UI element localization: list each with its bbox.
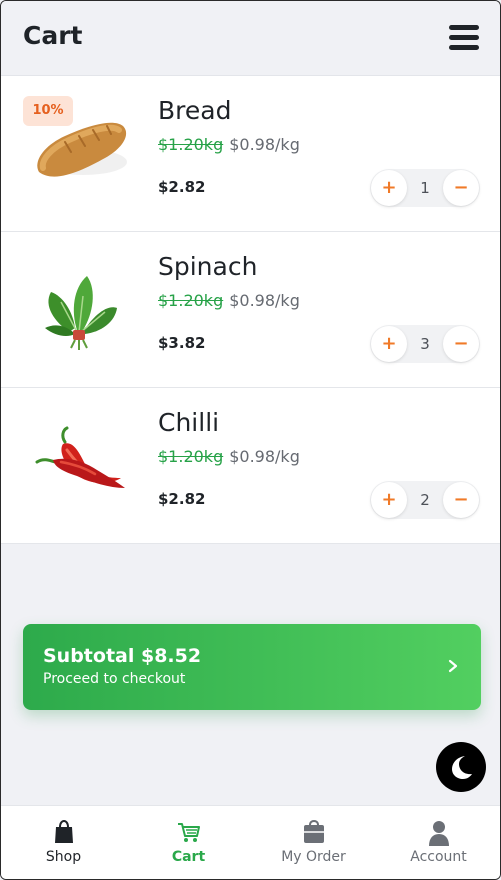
quantity-stepper: + 1 − — [370, 169, 480, 207]
increase-quantity-button[interactable]: + — [371, 170, 407, 206]
app-frame: Cart 10% Bread $1.20kg $0.98/kg $2.82 + … — [0, 0, 501, 880]
increase-quantity-button[interactable]: + — [371, 482, 407, 518]
decrease-quantity-button[interactable]: − — [443, 326, 479, 362]
nav-label-cart: Cart — [171, 849, 206, 865]
price-row: $1.20kg $0.98/kg — [158, 135, 300, 154]
product-name: Chilli — [158, 408, 220, 437]
order-bag-icon — [303, 820, 324, 843]
subtotal-label: Subtotal $8.52 — [43, 645, 202, 667]
old-price: $1.20kg — [158, 447, 224, 466]
quantity-value: 1 — [420, 179, 430, 197]
old-price: $1.20kg — [158, 135, 224, 154]
user-icon — [428, 821, 449, 846]
shopping-bag-icon — [54, 820, 73, 843]
cart-list: 10% Bread $1.20kg $0.98/kg $2.82 + 1 − S… — [1, 76, 500, 544]
new-price: $0.98/kg — [229, 447, 300, 466]
spinach-image — [25, 262, 135, 352]
cart-item-bread: 10% Bread $1.20kg $0.98/kg $2.82 + 1 − — [1, 76, 500, 232]
item-total: $3.82 — [158, 334, 206, 352]
new-price: $0.98/kg — [229, 135, 300, 154]
checkout-button[interactable]: Subtotal $8.52 Proceed to checkout — [23, 624, 481, 710]
discount-badge: 10% — [23, 96, 73, 126]
cart-item-chilli: Chilli $1.20kg $0.98/kg $2.82 + 2 − — [1, 388, 500, 544]
item-total: $2.82 — [158, 178, 206, 196]
checkout-label: Proceed to checkout — [43, 671, 186, 687]
old-price: $1.20kg — [158, 291, 224, 310]
quantity-value: 2 — [420, 491, 430, 509]
chevron-right-icon — [448, 659, 458, 673]
product-name: Bread — [158, 96, 232, 125]
item-total: $2.82 — [158, 490, 206, 508]
cart-icon — [177, 823, 200, 842]
nav-item-my-order[interactable]: My Order — [251, 806, 376, 879]
nav-item-cart[interactable]: Cart — [126, 806, 251, 879]
quantity-value: 3 — [420, 335, 430, 353]
new-price: $0.98/kg — [229, 291, 300, 310]
theme-toggle-button[interactable] — [436, 742, 486, 792]
quantity-stepper: + 3 − — [370, 325, 480, 363]
cart-item-spinach: Spinach $1.20kg $0.98/kg $3.82 + 3 − — [1, 232, 500, 388]
hamburger-menu-icon[interactable] — [449, 25, 479, 51]
nav-label-account: Account — [410, 849, 467, 865]
quantity-stepper: + 2 − — [370, 481, 480, 519]
bottom-nav: Shop Cart My Order Account — [1, 805, 500, 879]
price-row: $1.20kg $0.98/kg — [158, 291, 300, 310]
decrease-quantity-button[interactable]: − — [443, 482, 479, 518]
nav-item-account[interactable]: Account — [376, 806, 500, 879]
page-title: Cart — [23, 21, 83, 50]
product-name: Spinach — [158, 252, 258, 281]
header: Cart — [1, 1, 500, 76]
nav-label-shop: Shop — [45, 849, 82, 865]
decrease-quantity-button[interactable]: − — [443, 170, 479, 206]
moon-icon — [452, 756, 472, 779]
increase-quantity-button[interactable]: + — [371, 326, 407, 362]
chilli-image — [25, 418, 135, 508]
nav-label-my-order: My Order — [281, 849, 346, 865]
price-row: $1.20kg $0.98/kg — [158, 447, 300, 466]
nav-item-shop[interactable]: Shop — [1, 806, 126, 879]
